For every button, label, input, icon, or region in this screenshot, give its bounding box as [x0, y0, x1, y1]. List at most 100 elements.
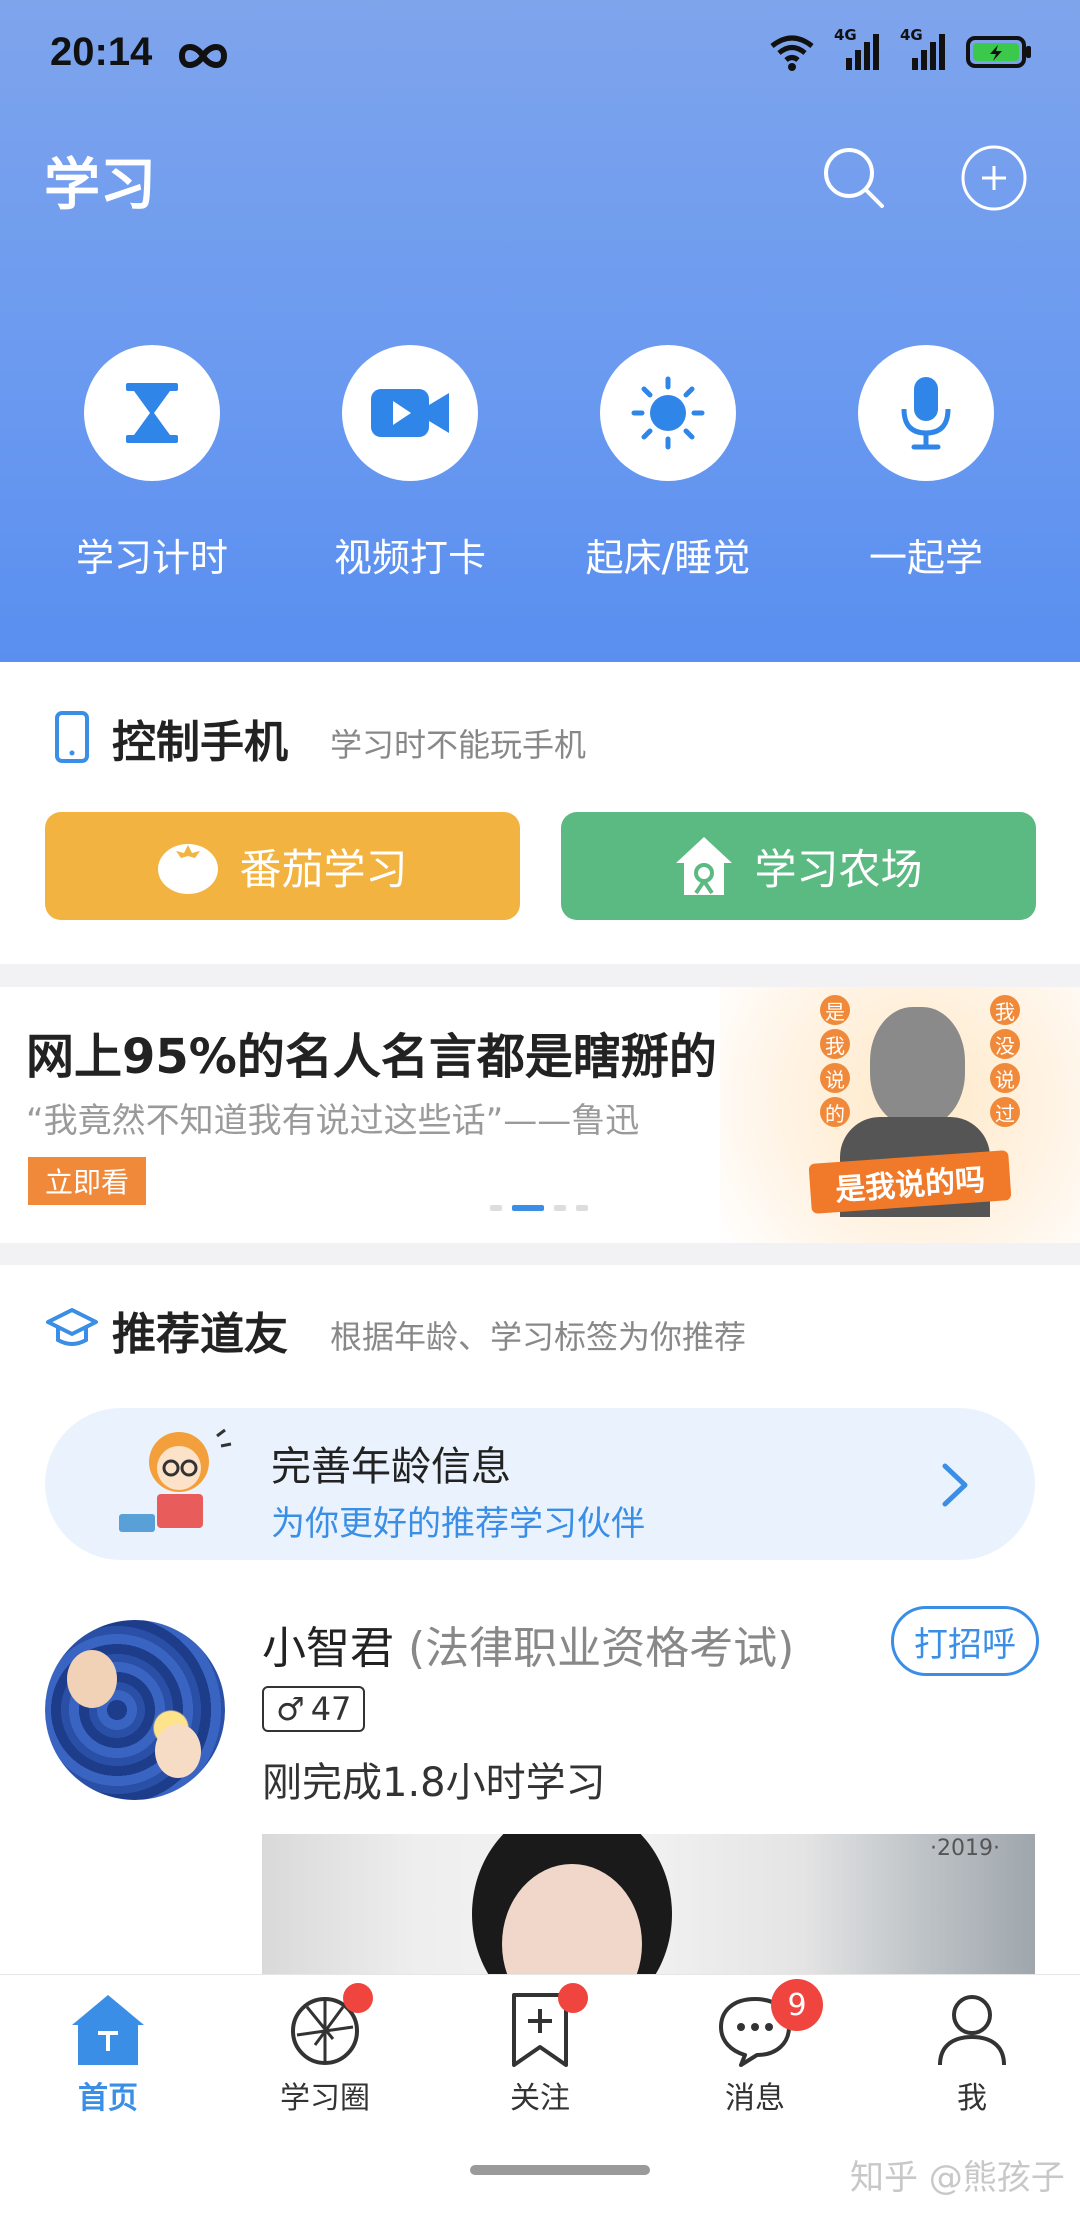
tab-label: 我: [957, 2081, 987, 2116]
tab-follow[interactable]: 关注: [465, 1983, 615, 2117]
message-count-badge: 9: [771, 1979, 823, 2031]
search-icon[interactable]: [820, 144, 886, 210]
quick-action-video-checkin[interactable]: 视频打卡: [320, 345, 500, 582]
avatar[interactable]: [45, 1620, 225, 1800]
user-post-photo[interactable]: ·2019·: [262, 1834, 1035, 1974]
quick-action-circle: [858, 345, 994, 481]
art-char: 过: [990, 1097, 1020, 1127]
quick-action-label: 起床/睡觉: [585, 536, 751, 580]
banner-art-right-column: 我 没 说 过: [990, 995, 1020, 1127]
hourglass-icon: [126, 383, 178, 443]
phone-icon: [55, 711, 89, 763]
pagination-dot: [576, 1205, 588, 1211]
status-time: 20:14: [50, 30, 153, 74]
tab-label: 消息: [725, 2081, 785, 2116]
page-title: 学习: [44, 153, 156, 218]
study-farm-button[interactable]: 学习农场: [561, 812, 1036, 920]
art-char: 说: [820, 1063, 850, 1093]
quick-action-label: 一起学: [868, 536, 983, 580]
pagination-dot: [554, 1205, 566, 1211]
pagination-dot-active: [512, 1205, 544, 1211]
banner-watch-now-button[interactable]: 立即看: [28, 1157, 146, 1205]
tab-label: 首页: [78, 2081, 138, 2116]
greet-button[interactable]: 打招呼: [891, 1606, 1039, 1676]
person-icon: [938, 1995, 1006, 2066]
user-age: 47: [310, 1690, 352, 1728]
sun-icon: [631, 376, 705, 450]
graduation-cap-icon: [46, 1308, 98, 1346]
quick-action-circle: [600, 345, 736, 481]
banner-pagination: [490, 1205, 588, 1211]
section-title: 控制手机: [112, 717, 288, 768]
cellular-signal-icon: 4G: [900, 26, 948, 72]
user-study-status: 刚完成1.8小时学习: [262, 1760, 606, 1806]
complete-age-info-card[interactable]: 完善年龄信息 为你更好的推荐学习伙伴: [45, 1408, 1035, 1560]
recommended-user-card[interactable]: 小智君 (法律职业资格考试) 打招呼 ♂ 47 刚完成1.8小时学习 ·2019…: [0, 1598, 1080, 1978]
home-icon: [72, 1995, 144, 2065]
section-divider: [0, 964, 1080, 987]
art-char: 没: [990, 1029, 1020, 1059]
microphone-icon: [901, 377, 951, 450]
battery-icon: [966, 36, 1031, 68]
tab-label: 关注: [510, 2081, 570, 2116]
tab-messages[interactable]: 9 消息: [680, 1979, 830, 2117]
tip-subtitle: 为你更好的推荐学习伙伴: [271, 1504, 645, 1544]
tab-study-circle[interactable]: 学习圈: [250, 1983, 400, 2117]
network-type-label: 4G: [900, 26, 923, 44]
home-indicator[interactable]: [470, 2165, 650, 2175]
user-study-tag: (法律职业资格考试): [408, 1623, 795, 1674]
quick-action-label: 视频打卡: [333, 536, 486, 580]
section-subtitle: 根据年龄、学习标签为你推荐: [330, 1318, 747, 1356]
gender-age-badge: ♂ 47: [262, 1686, 366, 1732]
promo-banner[interactable]: 网上95%的名人名言都是瞎掰的 “我竟然不知道我有说过这些话”——鲁迅 立即看 …: [0, 987, 1080, 1243]
notification-dot: [343, 1983, 373, 2013]
network-type-label: 4G: [834, 26, 857, 44]
tip-title: 完善年龄信息: [271, 1444, 511, 1490]
quick-action-circle: [342, 345, 478, 481]
cellular-signal-icon: 4G: [834, 26, 882, 72]
portrait-face: [870, 1007, 965, 1127]
watermark: 知乎 @熊孩子: [850, 2158, 1065, 2198]
section-subtitle: 学习时不能玩手机: [330, 726, 587, 764]
tomato-icon: [158, 844, 219, 894]
chevron-right-icon: [942, 1463, 968, 1507]
tomato-study-label: 番茄学习: [239, 844, 408, 894]
avatar-face: [67, 1650, 117, 1708]
notification-dot: [558, 1983, 588, 2013]
recommend-header: 推荐道友 根据年龄、学习标签为你推荐: [0, 1294, 1080, 1364]
control-phone-header: 控制手机 学习时不能玩手机: [0, 702, 1080, 772]
tab-label: 学习圈: [280, 2081, 370, 2116]
photo-year-label: ·2019·: [930, 1836, 1000, 1861]
section-title: 推荐道友: [112, 1309, 288, 1360]
study-farm-label: 学习农场: [754, 844, 923, 894]
quick-action-wake-sleep[interactable]: 起床/睡觉: [578, 345, 758, 582]
section-divider: [0, 1243, 1080, 1265]
tab-me[interactable]: 我: [897, 1989, 1047, 2117]
avatar-face: [155, 1724, 201, 1778]
infinity-icon: [178, 44, 228, 68]
pagination-dot: [490, 1205, 502, 1211]
add-icon[interactable]: [960, 144, 1028, 212]
quick-action-study-timer[interactable]: 学习计时: [62, 345, 242, 582]
art-char: 说: [990, 1063, 1020, 1093]
user-name: 小智君: [262, 1623, 394, 1674]
banner-title: 网上95%的名人名言都是瞎掰的: [26, 1029, 717, 1085]
video-camera-icon: [371, 389, 449, 437]
banner-portrait-image: 是 我 说 的 我 没 说 过 是我说的吗: [720, 987, 1080, 1243]
title-row: 学习: [0, 140, 1080, 220]
wifi-icon: [770, 35, 814, 71]
quick-action-circle: [84, 345, 220, 481]
farm-house-icon: [676, 837, 733, 895]
art-char: 是: [820, 995, 850, 1025]
user-name-line: 小智君 (法律职业资格考试): [262, 1612, 794, 1676]
male-icon: ♂: [276, 1690, 305, 1728]
status-bar: 20:14 4G 4G: [0, 0, 1080, 110]
art-char: 我: [820, 1029, 850, 1059]
art-char: 的: [820, 1097, 850, 1127]
banner-subtitle: “我竟然不知道我有说过这些话”——鲁迅: [26, 1101, 640, 1141]
tab-home[interactable]: 首页: [33, 1989, 183, 2117]
reading-kid-illustration: [119, 1428, 232, 1532]
banner-art-left-column: 是 我 说 的: [820, 995, 850, 1127]
tomato-study-button[interactable]: 番茄学习: [45, 812, 520, 920]
quick-action-study-together[interactable]: 一起学: [836, 345, 1016, 582]
